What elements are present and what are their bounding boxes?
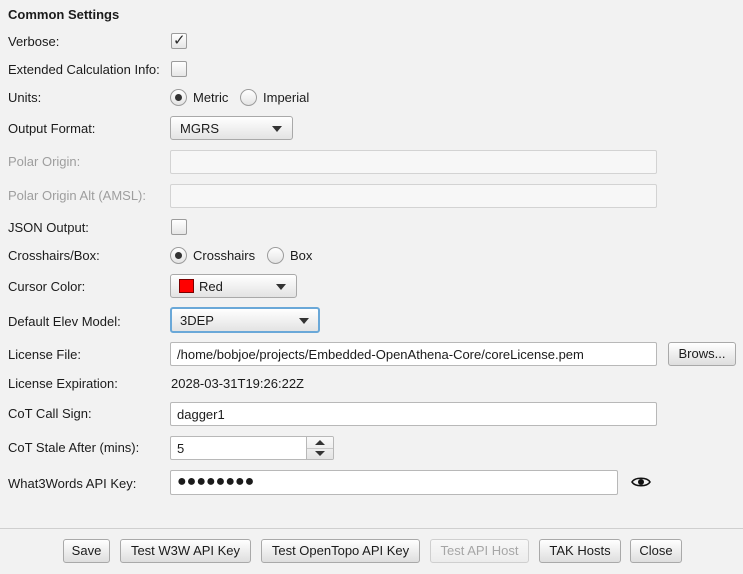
test-api-host-button[interactable]: Test API Host: [430, 539, 529, 563]
decrement-icon[interactable]: [315, 451, 325, 456]
json-output-label: JSON Output:: [8, 220, 89, 235]
chevron-down-icon: [272, 126, 282, 132]
box-option-label: Box: [290, 248, 313, 263]
polar-origin-alt-label: Polar Origin Alt (AMSL):: [8, 188, 146, 203]
cot-call-sign-label: CoT Call Sign:: [8, 406, 92, 421]
extended-calc-label: Extended Calculation Info:: [8, 62, 160, 77]
w3w-key-label: What3Words API Key:: [8, 476, 137, 491]
json-output-checkbox[interactable]: [171, 219, 187, 235]
units-metric-radio[interactable]: [170, 89, 187, 106]
output-format-label: Output Format:: [8, 121, 96, 136]
test-w3w-api-key-button[interactable]: Test W3W API Key: [120, 539, 251, 563]
crosshairs-label: Crosshairs/Box:: [8, 248, 100, 263]
save-button[interactable]: Save: [63, 539, 110, 563]
verbose-label: Verbose:: [8, 34, 60, 49]
eye-icon[interactable]: [631, 474, 651, 490]
test-opentopo-api-key-button[interactable]: Test OpenTopo API Key: [261, 539, 420, 563]
cot-call-sign-input[interactable]: dagger1: [170, 402, 657, 426]
output-format-value: MGRS: [180, 121, 219, 136]
license-file-label: License File:: [8, 347, 81, 362]
crosshairs-radio[interactable]: [170, 247, 187, 264]
polar-origin-input[interactable]: [170, 150, 657, 174]
chevron-down-icon: [276, 284, 286, 290]
units-label: Units:: [8, 90, 42, 105]
chevron-down-icon: [299, 318, 309, 324]
cursor-color-label: Cursor Color:: [8, 279, 86, 294]
increment-icon[interactable]: [315, 440, 325, 445]
section-title: Common Settings: [8, 7, 120, 22]
spinner-buttons: [306, 437, 333, 459]
units-imperial-radio[interactable]: [240, 89, 257, 106]
spinner-divider: [307, 448, 333, 449]
w3w-key-input[interactable]: ●●●●●●●●: [170, 470, 618, 495]
output-format-select[interactable]: MGRS: [170, 116, 293, 140]
extended-calc-checkbox[interactable]: [171, 61, 187, 77]
units-imperial-label: Imperial: [263, 90, 310, 105]
tak-hosts-button[interactable]: TAK Hosts: [539, 539, 621, 563]
verbose-checkbox[interactable]: ✓: [171, 31, 187, 49]
units-metric-label: Metric: [193, 90, 229, 105]
elev-model-label: Default Elev Model:: [8, 314, 121, 329]
cot-stale-spinner[interactable]: 5: [170, 436, 334, 460]
footer-divider: [0, 528, 743, 529]
checkmark-icon: ✓: [173, 31, 186, 49]
license-expiration-label: License Expiration:: [8, 376, 118, 391]
polar-origin-alt-input[interactable]: [170, 184, 657, 208]
close-button[interactable]: Close: [630, 539, 682, 563]
cot-stale-label: CoT Stale After (mins):: [8, 440, 140, 455]
browse-button[interactable]: Brows...: [668, 342, 736, 366]
box-radio[interactable]: [267, 247, 284, 264]
cot-stale-value: 5: [177, 441, 185, 456]
cursor-color-select[interactable]: Red: [170, 274, 297, 298]
cursor-color-value: Red: [199, 279, 223, 294]
polar-origin-label: Polar Origin:: [8, 154, 81, 169]
crosshairs-option-label: Crosshairs: [193, 248, 256, 263]
masked-value: ●●●●●●●●: [177, 473, 255, 490]
license-file-input[interactable]: /home/bobjoe/projects/Embedded-OpenAthen…: [170, 342, 657, 366]
color-swatch: [179, 279, 194, 293]
license-expiration-value: 2028-03-31T19:26:22Z: [171, 376, 304, 391]
elev-model-value: 3DEP: [180, 313, 214, 328]
elev-model-select[interactable]: 3DEP: [170, 307, 320, 333]
